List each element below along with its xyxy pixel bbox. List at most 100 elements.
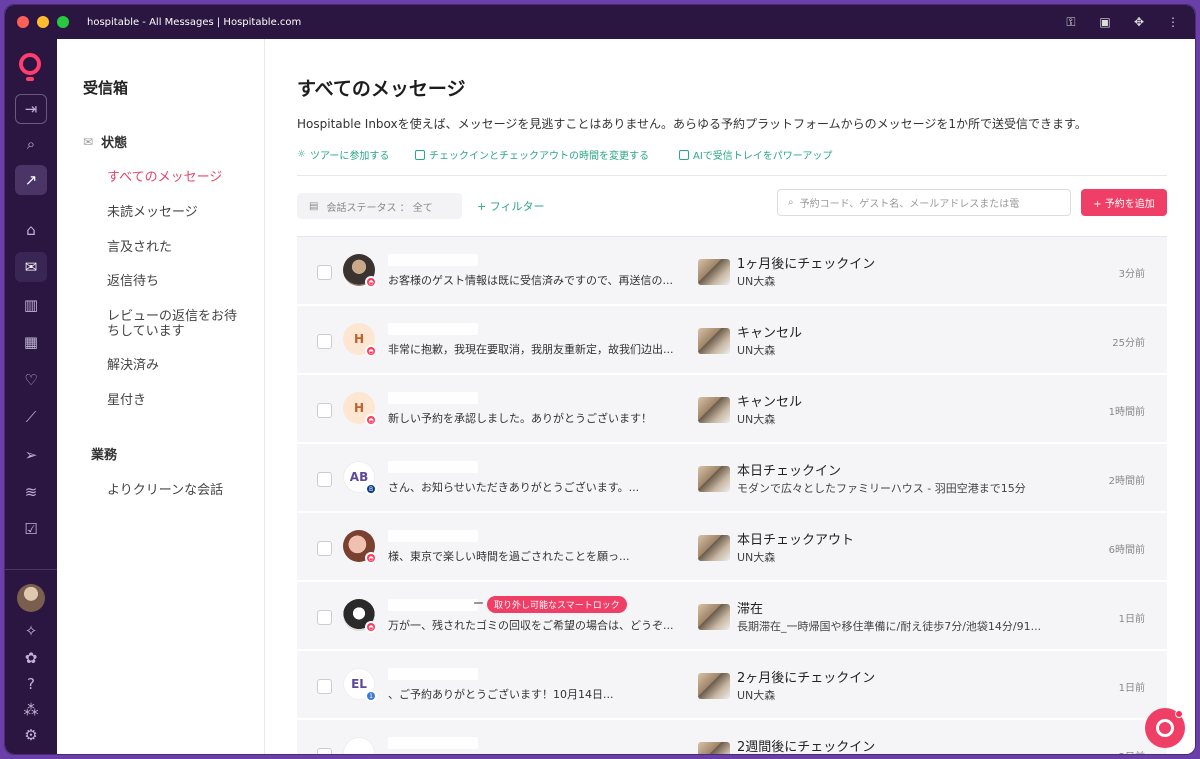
guest-name-redacted xyxy=(388,599,478,611)
nav-item-cleaner-conversations[interactable]: よりクリーンな会話 xyxy=(107,483,257,498)
mail-icon[interactable]: ✉ xyxy=(15,252,47,282)
collapse-icon[interactable]: ⇥ xyxy=(15,94,47,124)
property-name: モダンで広々としたファミリーハウス - 羽田空港まで15分 xyxy=(737,482,1026,495)
nav-item-starred[interactable]: 星付き xyxy=(107,393,257,408)
message-time: 2時間前 xyxy=(1108,476,1145,487)
extension-icon[interactable]: ✥ xyxy=(1131,15,1147,29)
nav-item-mentioned[interactable]: 言及された xyxy=(107,240,257,255)
add-reservation-button[interactable]: + 予約を追加 xyxy=(1081,189,1167,216)
add-filter-button[interactable]: + フィルター xyxy=(477,198,545,214)
quick-link-checkin-time[interactable]: チェックインとチェックアウトの時間を変更する xyxy=(415,147,649,162)
conversation-row[interactable]: EL 1 、ご予約ありがとうございます！10月14日... 2ヶ月後にチェックイン UN… xyxy=(297,651,1167,719)
row-checkbox[interactable] xyxy=(317,265,332,280)
guest-name-redacted xyxy=(388,461,478,473)
network-icon[interactable]: ⁂ xyxy=(15,698,47,722)
message-time: 1日前 xyxy=(1118,614,1145,625)
hospitable-logo-icon[interactable] xyxy=(19,53,41,81)
reservation-status: キャンセル xyxy=(737,326,803,341)
divider xyxy=(297,175,1167,176)
guest-name-redacted xyxy=(388,254,478,266)
message-preview: 、ご予約ありがとうございます！10月14日... xyxy=(388,688,614,701)
lightbulb-icon: ☼ xyxy=(297,149,306,160)
conversation-row[interactable]: ◓2週間後にチェックイン2日前 xyxy=(297,720,1167,754)
property-thumbnail xyxy=(698,328,730,354)
settings-icon[interactable]: ⚙ xyxy=(15,723,47,747)
inbox-nav: 受信箱 ✉ 状態 すべてのメッセージ 未読メッセージ 言及された 返信待ち レビ… xyxy=(57,39,265,754)
help-icon[interactable]: ? xyxy=(15,672,47,696)
message-time: 1日前 xyxy=(1118,683,1145,694)
quick-link-checkin-label: チェックインとチェックアウトの時間を変更する xyxy=(429,151,649,162)
key-icon[interactable]: ⚿ xyxy=(1063,15,1079,30)
quick-link-ai-label: AIで受信トレイをパワーアップ xyxy=(693,151,833,162)
property-thumbnail xyxy=(698,535,730,561)
reservation-status: キャンセル xyxy=(737,395,803,410)
heart-icon[interactable]: ♡ xyxy=(15,365,47,395)
envelope-icon: ✉ xyxy=(83,134,94,149)
chart-icon[interactable]: ⟋ xyxy=(15,402,47,432)
calendar-icon[interactable]: ▦ xyxy=(15,327,47,357)
message-preview: 様、東京で楽しい時間を過ごされたことを願っ... xyxy=(388,550,630,563)
inbox-title: 受信箱 xyxy=(83,79,129,97)
maximize-window-button[interactable] xyxy=(57,16,69,28)
row-checkbox[interactable] xyxy=(317,334,332,349)
nav-item-awaiting-reply[interactable]: 返信待ち xyxy=(107,274,257,289)
hospitable-logo-icon xyxy=(1156,719,1174,737)
browser-window: hospitable - All Messages | Hospitable.c… xyxy=(4,4,1196,755)
conversation-row[interactable]: ◓ 様、東京で楽しい時間を過ごされたことを願っ... 本日チェックアウト UN大森 6時… xyxy=(297,513,1167,581)
message-preview: 新しい予約を承認しました。ありがとうございます！ xyxy=(388,412,652,425)
reservation-status: 本日チェックアウト xyxy=(737,533,855,548)
airbnb-icon: ◓ xyxy=(365,414,377,426)
property-thumbnail xyxy=(698,673,730,699)
checklist-icon[interactable]: ☑ xyxy=(15,514,47,544)
nav-item-all-messages[interactable]: すべてのメッセージ xyxy=(107,170,257,185)
building-icon[interactable]: ▥ xyxy=(15,290,47,320)
sparkle-icon[interactable]: ✧ xyxy=(15,619,47,643)
quick-link-tour-label: ツアーに参加する xyxy=(309,151,390,162)
quick-link-tour[interactable]: ☼ ツアーに参加する xyxy=(297,147,389,162)
status-section-label: 状態 xyxy=(101,136,128,151)
conversation-row[interactable]: H ◓ 非常に抱歉，我現在要取消，我朋友重新定，故我们边出... キャンセル UN大森 2… xyxy=(297,306,1167,374)
property-thumbnail xyxy=(698,259,730,285)
book-icon xyxy=(679,149,689,160)
notification-dot xyxy=(1175,710,1183,718)
quick-link-ai[interactable]: AIで受信トレイをパワーアップ xyxy=(679,147,832,162)
property-thumbnail xyxy=(698,604,730,630)
close-window-button[interactable] xyxy=(17,16,29,28)
wifi-icon[interactable]: ≋ xyxy=(15,477,47,507)
conversation-list: ◓ お客様のゲスト情報は既に受信済みですので、再送信の... 1ヶ月後にチェックイン… xyxy=(297,236,1167,754)
search-input[interactable]: ⌕ 予約コード、ゲスト名、メールアドレスまたは電 xyxy=(777,189,1071,216)
nav-item-unread[interactable]: 未読メッセージ xyxy=(107,205,257,220)
search-icon[interactable]: ⌕ xyxy=(15,129,47,159)
trend-icon[interactable]: ↗ xyxy=(15,165,47,195)
more-menu-icon[interactable]: ⋮ xyxy=(1165,15,1181,29)
airbnb-icon: ◓ xyxy=(365,621,377,633)
message-time: 25分前 xyxy=(1112,338,1145,349)
conversation-row[interactable]: AB B さん、お知らせいただきありがとうございます。... 本日チェックイン モダンで… xyxy=(297,444,1167,512)
row-checkbox[interactable] xyxy=(317,403,332,418)
minimize-window-button[interactable] xyxy=(37,16,49,28)
guest-avatar xyxy=(343,737,375,754)
airbnb-icon: ◓ xyxy=(365,552,377,564)
row-checkbox[interactable] xyxy=(317,679,332,694)
row-checkbox[interactable] xyxy=(317,472,332,487)
nav-item-resolved[interactable]: 解決済み xyxy=(107,358,257,373)
send-icon[interactable]: ➢ xyxy=(15,440,47,470)
home-icon[interactable]: ⌂ xyxy=(15,215,47,245)
reservation-status: 滞在 xyxy=(737,602,764,617)
row-checkbox[interactable] xyxy=(317,541,332,556)
user-avatar[interactable] xyxy=(17,584,45,612)
message-preview: 非常に抱歉，我現在要取消，我朋友重新定，故我们边出... xyxy=(388,343,674,356)
translate-icon[interactable]: ▣ xyxy=(1097,15,1113,29)
row-checkbox[interactable] xyxy=(317,610,332,625)
hands-icon[interactable]: ✿ xyxy=(15,646,47,670)
conversation-row[interactable]: ◓ お客様のゲスト情報は既に受信済みですので、再送信の... 1ヶ月後にチェックイン… xyxy=(297,237,1167,305)
message-time: 3分前 xyxy=(1118,269,1145,280)
nav-item-review-reply[interactable]: レビューの返信をお待ちしています xyxy=(107,309,247,339)
row-checkbox[interactable] xyxy=(317,748,332,754)
conversation-row[interactable]: ◓ ー取り外し可能なスマートロック 万が一、残されたゴミの回収をご希望の場合は、どう… xyxy=(297,582,1167,650)
smart-lock-tag: 取り外し可能なスマートロック xyxy=(487,596,627,613)
filter-chip-label: 会話ステータス ： 全て xyxy=(326,202,433,214)
support-chat-button[interactable] xyxy=(1145,708,1185,748)
conversation-status-filter[interactable]: ▤ 会話ステータス ： 全て xyxy=(297,193,462,219)
conversation-row[interactable]: H ◓ 新しい予約を承認しました。ありがとうございます！ キャンセル UN大森 1時間前 xyxy=(297,375,1167,443)
